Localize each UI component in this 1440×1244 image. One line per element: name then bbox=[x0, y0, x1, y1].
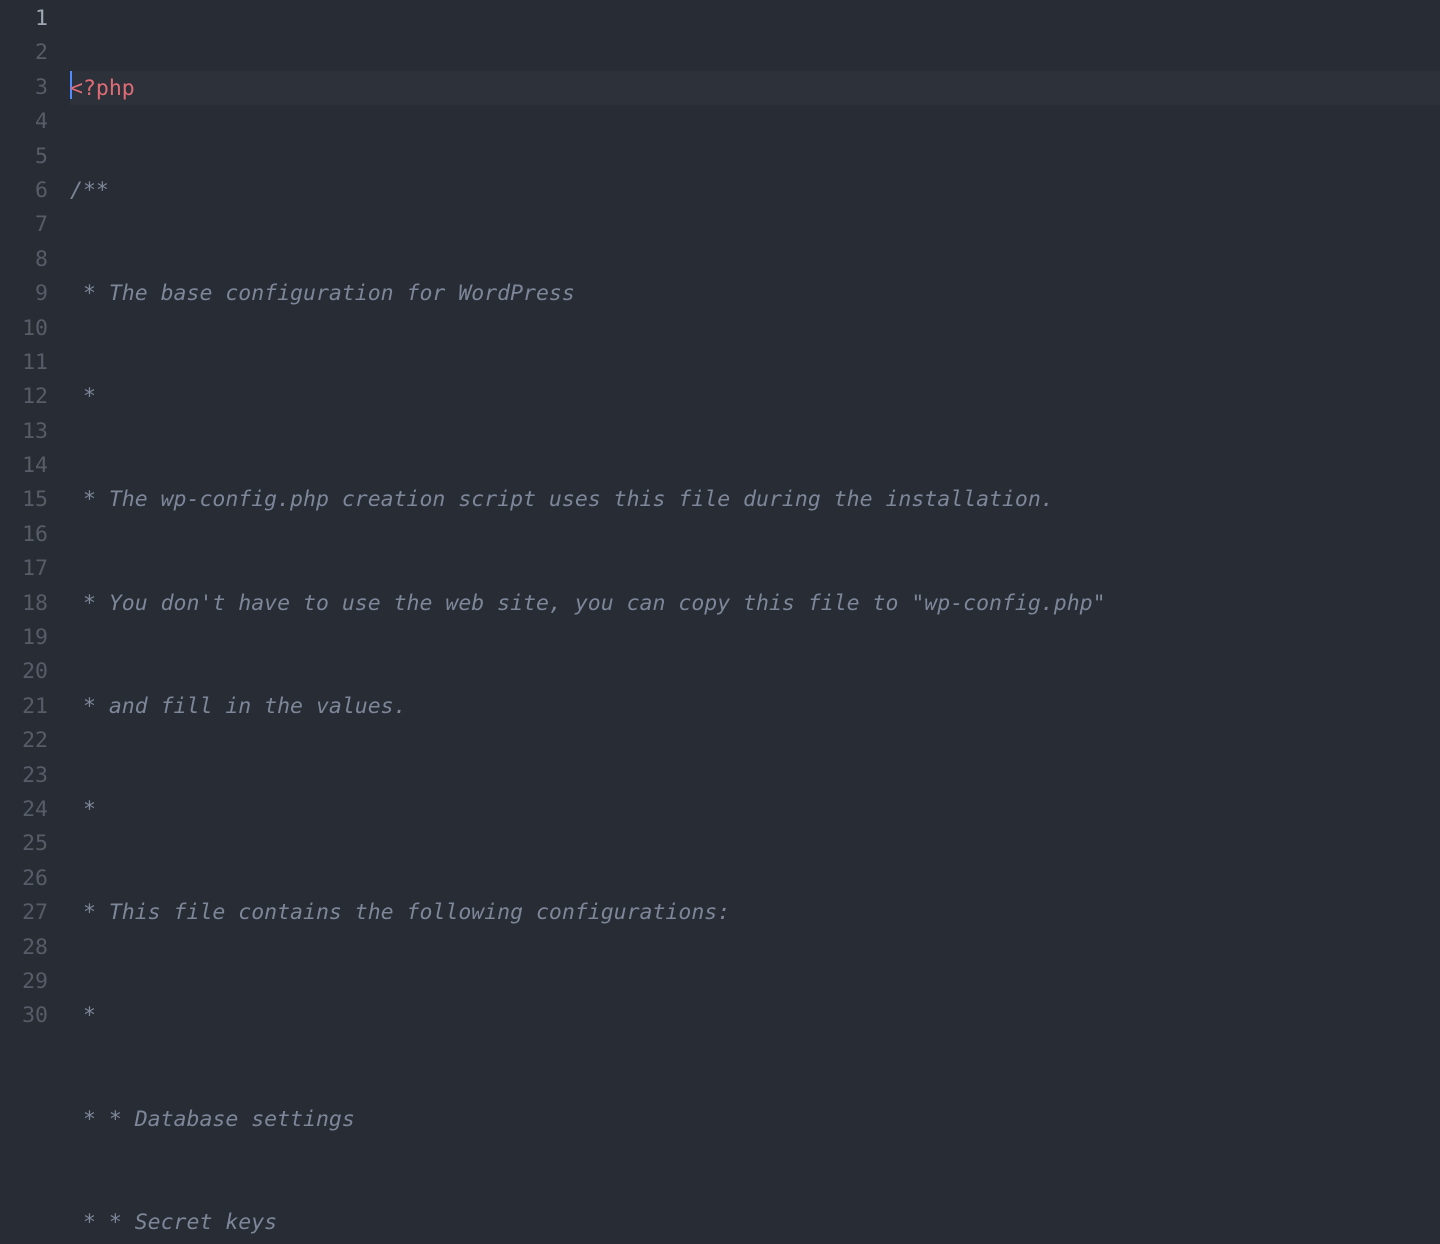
comment-text: * bbox=[70, 1003, 96, 1028]
line-number[interactable]: 30 bbox=[0, 999, 48, 1033]
line-number[interactable]: 13 bbox=[0, 415, 48, 449]
comment-text: * bbox=[70, 384, 96, 409]
code-line[interactable]: /** bbox=[70, 174, 1440, 208]
line-number[interactable]: 18 bbox=[0, 587, 48, 621]
line-number[interactable]: 3 bbox=[0, 71, 48, 105]
line-number[interactable]: 6 bbox=[0, 174, 48, 208]
line-number[interactable]: 29 bbox=[0, 965, 48, 999]
line-number[interactable]: 2 bbox=[0, 36, 48, 70]
line-number[interactable]: 16 bbox=[0, 518, 48, 552]
comment-text: * and fill in the values. bbox=[70, 694, 407, 719]
code-line[interactable]: * bbox=[70, 999, 1440, 1033]
code-line[interactable]: * The base configuration for WordPress bbox=[70, 277, 1440, 311]
line-number[interactable]: 19 bbox=[0, 621, 48, 655]
code-line[interactable]: * * Database settings bbox=[70, 1103, 1440, 1137]
line-number[interactable]: 7 bbox=[0, 208, 48, 242]
comment-text: /** bbox=[70, 178, 109, 203]
line-number[interactable]: 12 bbox=[0, 380, 48, 414]
comment-text: * You don't have to use the web site, yo… bbox=[70, 591, 1106, 616]
line-number[interactable]: 11 bbox=[0, 346, 48, 380]
line-number[interactable]: 5 bbox=[0, 140, 48, 174]
code-line[interactable]: * This file contains the following confi… bbox=[70, 896, 1440, 930]
comment-text: * The wp-config.php creation script uses… bbox=[70, 487, 1054, 512]
comment-text: * bbox=[70, 797, 96, 822]
line-number[interactable]: 10 bbox=[0, 312, 48, 346]
code-line[interactable]: * * Secret keys bbox=[70, 1206, 1440, 1240]
line-number[interactable]: 24 bbox=[0, 793, 48, 827]
code-line[interactable]: * bbox=[70, 380, 1440, 414]
line-number[interactable]: 14 bbox=[0, 449, 48, 483]
line-number[interactable]: 20 bbox=[0, 655, 48, 689]
code-line[interactable]: * You don't have to use the web site, yo… bbox=[70, 587, 1440, 621]
comment-text: * This file contains the following confi… bbox=[70, 900, 730, 925]
line-gutter: 1234567891011121314151617181920212223242… bbox=[0, 0, 60, 1244]
line-number[interactable]: 1 bbox=[0, 2, 48, 36]
line-number[interactable]: 15 bbox=[0, 483, 48, 517]
comment-text: * * Secret keys bbox=[70, 1210, 277, 1235]
php-open-tag: <?php bbox=[70, 76, 135, 101]
code-line[interactable]: * The wp-config.php creation script uses… bbox=[70, 483, 1440, 517]
code-area[interactable]: <?php /** * The base configuration for W… bbox=[60, 0, 1440, 1244]
line-number[interactable]: 21 bbox=[0, 690, 48, 724]
line-number[interactable]: 23 bbox=[0, 759, 48, 793]
code-line[interactable]: * and fill in the values. bbox=[70, 690, 1440, 724]
comment-text: * * Database settings bbox=[70, 1107, 355, 1132]
code-line[interactable]: * bbox=[70, 793, 1440, 827]
line-number[interactable]: 17 bbox=[0, 552, 48, 586]
line-number[interactable]: 27 bbox=[0, 896, 48, 930]
comment-text: * The base configuration for WordPress bbox=[70, 281, 575, 306]
line-number[interactable]: 28 bbox=[0, 931, 48, 965]
code-line[interactable]: <?php bbox=[70, 71, 1440, 105]
line-number[interactable]: 9 bbox=[0, 277, 48, 311]
line-number[interactable]: 25 bbox=[0, 827, 48, 861]
line-number[interactable]: 22 bbox=[0, 724, 48, 758]
line-number[interactable]: 26 bbox=[0, 862, 48, 896]
line-number[interactable]: 4 bbox=[0, 105, 48, 139]
line-number[interactable]: 8 bbox=[0, 243, 48, 277]
